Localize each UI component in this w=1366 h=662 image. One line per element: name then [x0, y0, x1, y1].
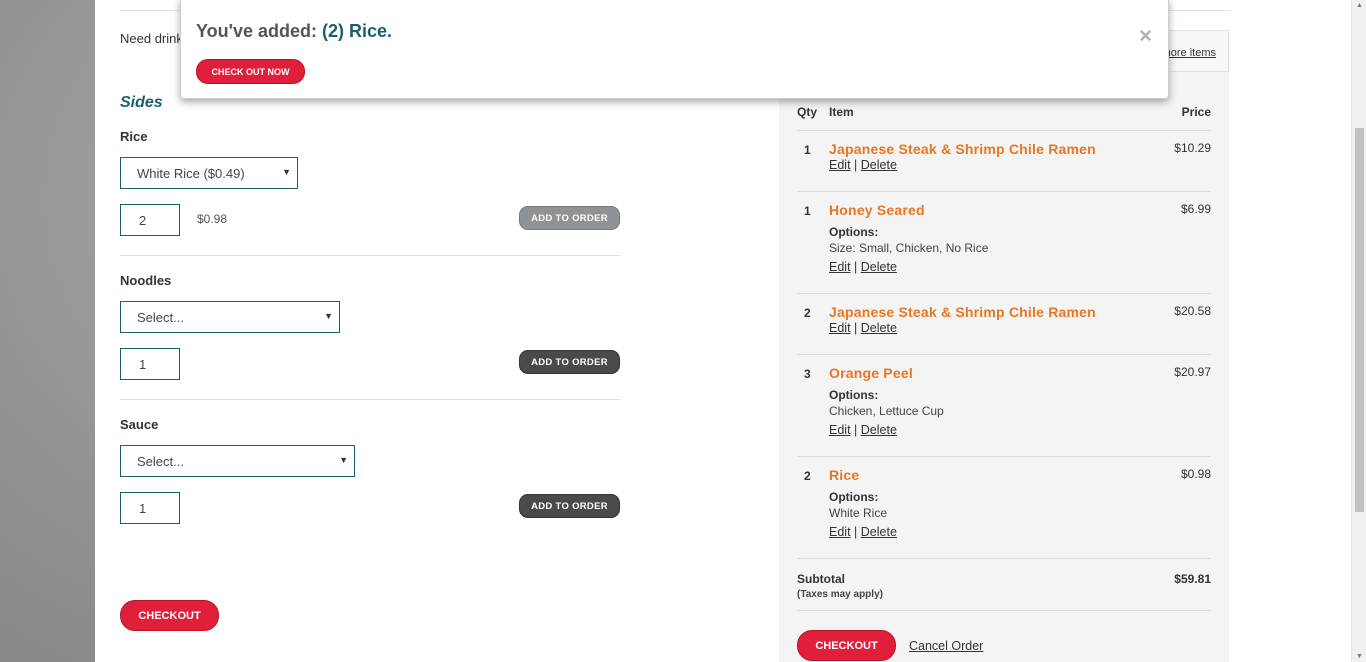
- cart-item-actions: Edit | Delete: [829, 321, 897, 335]
- delete-link[interactable]: Delete: [861, 158, 897, 172]
- popup-suffix: .: [387, 21, 393, 41]
- cart-item-qty: 2: [804, 306, 811, 320]
- options-label: Options:: [829, 388, 879, 402]
- edit-link[interactable]: Edit: [829, 260, 851, 274]
- options-text: White Rice: [829, 506, 888, 520]
- cart-item-name: Honey Seared: [829, 202, 925, 218]
- qty-column-header: Qty: [797, 105, 818, 119]
- cart-item-name: Japanese Steak & Shrimp Chile Ramen: [829, 141, 1096, 157]
- rice-label: Rice: [120, 129, 148, 144]
- options-label: Options:: [829, 225, 879, 239]
- cart-item-qty: 1: [804, 204, 811, 218]
- options-label: Options:: [829, 490, 879, 504]
- sides-heading: Sides: [120, 94, 163, 111]
- rice-line-price: $0.98: [197, 212, 228, 226]
- cart-item-actions: Edit | Delete: [829, 158, 897, 172]
- cancel-order-link[interactable]: Cancel Order: [909, 639, 983, 653]
- cart-item-name: Japanese Steak & Shrimp Chile Ramen: [829, 304, 1096, 320]
- cart-item-price: $20.58: [1174, 304, 1211, 318]
- cart-item: 1 Honey Seared $6.99 Options: Size: Smal…: [797, 191, 1211, 293]
- more-items-link[interactable]: more items: [1162, 47, 1216, 59]
- scroll-down-icon[interactable]: ▼: [1356, 653, 1363, 660]
- noodles-add-to-order-button[interactable]: ADD TO ORDER: [519, 350, 620, 374]
- separator: |: [854, 321, 858, 335]
- separator: |: [854, 525, 858, 539]
- sauce-add-to-order-button[interactable]: ADD TO ORDER: [519, 494, 620, 518]
- sauce-qty-input[interactable]: 1: [120, 492, 180, 524]
- edit-link[interactable]: Edit: [829, 321, 851, 335]
- cart-item-price: $6.99: [1180, 202, 1211, 216]
- edit-link[interactable]: Edit: [829, 423, 851, 437]
- cart-item-price: $10.29: [1174, 141, 1211, 155]
- item-column-header: Item: [829, 105, 854, 119]
- cart-item-price: $20.97: [1174, 365, 1211, 379]
- rice-select-value: White Rice ($0.49): [137, 166, 245, 181]
- popup-prefix: You've added:: [196, 21, 322, 41]
- cart-item-actions: Edit | Delete: [829, 260, 897, 274]
- noodles-label: Noodles: [120, 273, 172, 288]
- chevron-down-icon: ▼: [324, 311, 333, 321]
- price-column-header: Price: [1181, 105, 1211, 119]
- scrollbar[interactable]: ▲ ▼: [1351, 0, 1366, 662]
- chevron-down-icon: ▼: [282, 167, 291, 177]
- edit-link[interactable]: Edit: [829, 158, 851, 172]
- divider: [797, 610, 1211, 611]
- cart-item-actions: Edit | Delete: [829, 525, 897, 539]
- order-cart: more items Qty Item Price 1 Japanese Ste…: [779, 30, 1229, 662]
- checkout-button[interactable]: CHECKOUT: [120, 600, 219, 631]
- separator: |: [854, 423, 858, 437]
- divider: [797, 558, 1211, 559]
- subtotal-label: Subtotal: [797, 572, 845, 586]
- cart-item-qty: 3: [804, 367, 811, 381]
- scroll-thumb[interactable]: [1355, 128, 1364, 512]
- divider: [120, 399, 620, 400]
- noodles-qty-input[interactable]: 1: [120, 348, 180, 380]
- options-text: Chicken, Lettuce Cup: [829, 404, 944, 418]
- delete-link[interactable]: Delete: [861, 423, 897, 437]
- cart-item: 3 Orange Peel $20.97 Options: Chicken, L…: [797, 354, 1211, 456]
- added-to-order-popup: You've added: (2) Rice. × CHECK OUT NOW: [180, 0, 1169, 99]
- subtotal-value: $59.81: [1174, 572, 1211, 586]
- page-content: Need drinks Sides Rice White Rice ($0.49…: [95, 0, 1351, 662]
- cart-item-qty: 1: [804, 143, 811, 157]
- separator: |: [854, 260, 858, 274]
- cart-item-qty: 2: [804, 469, 811, 483]
- cart-item: 2 Rice $0.98 Options: White Rice Edit | …: [797, 456, 1211, 558]
- sauce-select-value: Select...: [137, 454, 184, 469]
- sauce-label: Sauce: [120, 417, 159, 432]
- delete-link[interactable]: Delete: [861, 525, 897, 539]
- cart-item-name: Rice: [829, 467, 860, 483]
- taxes-note: (Taxes may apply): [797, 589, 883, 600]
- divider: [120, 255, 620, 256]
- cart-item: 2 Japanese Steak & Shrimp Chile Ramen $2…: [797, 293, 1211, 354]
- edit-link[interactable]: Edit: [829, 525, 851, 539]
- sauce-select[interactable]: Select... ▼: [120, 445, 355, 477]
- cart-item-name: Orange Peel: [829, 365, 913, 381]
- cart-item-price: $0.98: [1180, 467, 1211, 481]
- cart-item: 1 Japanese Steak & Shrimp Chile Ramen $1…: [797, 130, 1211, 191]
- chevron-down-icon: ▼: [339, 455, 348, 465]
- noodles-select[interactable]: Select... ▼: [120, 301, 340, 333]
- check-out-now-button[interactable]: CHECK OUT NOW: [196, 59, 305, 84]
- cart-checkout-button[interactable]: CHECKOUT: [797, 630, 896, 661]
- separator: |: [854, 158, 858, 172]
- rice-add-to-order-button[interactable]: ADD TO ORDER: [519, 206, 620, 230]
- rice-qty-input[interactable]: 2: [120, 204, 180, 236]
- need-drinks-text: Need drinks: [120, 31, 190, 46]
- rice-select[interactable]: White Rice ($0.49) ▼: [120, 157, 298, 189]
- options-text: Size: Small, Chicken, No Rice: [829, 241, 989, 255]
- scroll-up-icon[interactable]: ▲: [1356, 2, 1363, 9]
- popup-message: You've added: (2) Rice.: [196, 21, 392, 42]
- delete-link[interactable]: Delete: [861, 321, 897, 335]
- cart-item-actions: Edit | Delete: [829, 423, 897, 437]
- delete-link[interactable]: Delete: [861, 260, 897, 274]
- close-icon[interactable]: ×: [1139, 25, 1152, 47]
- popup-item: (2) Rice: [321, 21, 387, 41]
- noodles-select-value: Select...: [137, 310, 184, 325]
